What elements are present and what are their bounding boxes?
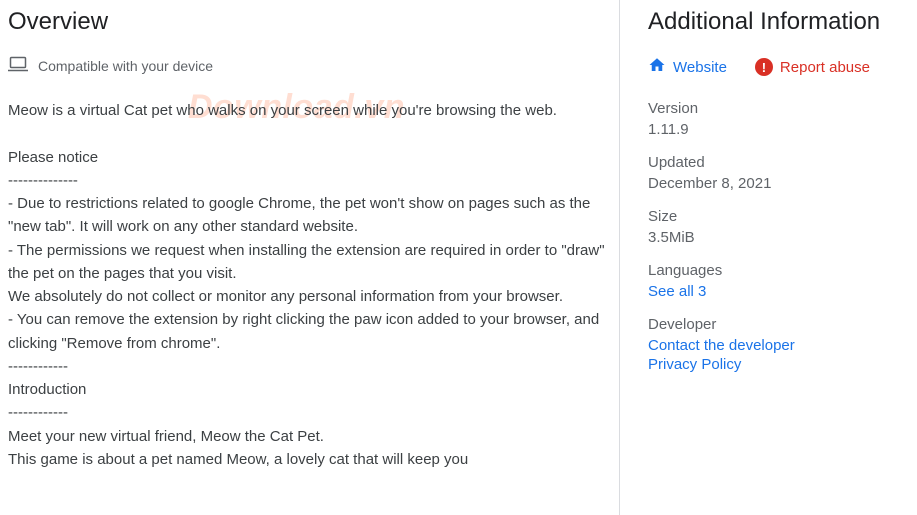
additional-info-title: Additional Information <box>648 8 907 36</box>
contact-developer-link[interactable]: Contact the developer <box>648 337 907 354</box>
languages-link[interactable]: See all 3 <box>648 283 907 300</box>
alert-icon: ! <box>755 58 773 76</box>
version-label: Version <box>648 100 907 117</box>
compatibility-text: Compatible with your device <box>38 58 213 74</box>
compatibility-row: Compatible with your device <box>8 56 609 75</box>
privacy-policy-link[interactable]: Privacy Policy <box>648 356 907 373</box>
languages-block: Languages See all 3 <box>648 262 907 300</box>
size-label: Size <box>648 208 907 225</box>
website-label: Website <box>673 59 727 76</box>
laptop-icon <box>8 56 28 75</box>
overview-description: Meow is a virtual Cat pet who walks on y… <box>8 99 609 471</box>
size-value: 3.5MiB <box>648 229 907 246</box>
website-link[interactable]: Website <box>648 56 727 78</box>
updated-value: December 8, 2021 <box>648 175 907 192</box>
version-block: Version 1.11.9 <box>648 100 907 138</box>
additional-info-section: Additional Information Website ! Report … <box>620 0 917 515</box>
version-value: 1.11.9 <box>648 121 907 138</box>
overview-title: Overview <box>8 8 609 36</box>
home-icon <box>648 56 666 78</box>
developer-label: Developer <box>648 316 907 333</box>
report-abuse-link[interactable]: ! Report abuse <box>755 58 870 76</box>
updated-label: Updated <box>648 154 907 171</box>
developer-block: Developer Contact the developer Privacy … <box>648 316 907 373</box>
languages-label: Languages <box>648 262 907 279</box>
updated-block: Updated December 8, 2021 <box>648 154 907 192</box>
overview-section: Download.vn Overview Compatible with you… <box>0 0 620 515</box>
link-row: Website ! Report abuse <box>648 56 907 78</box>
report-abuse-label: Report abuse <box>780 59 870 76</box>
size-block: Size 3.5MiB <box>648 208 907 246</box>
